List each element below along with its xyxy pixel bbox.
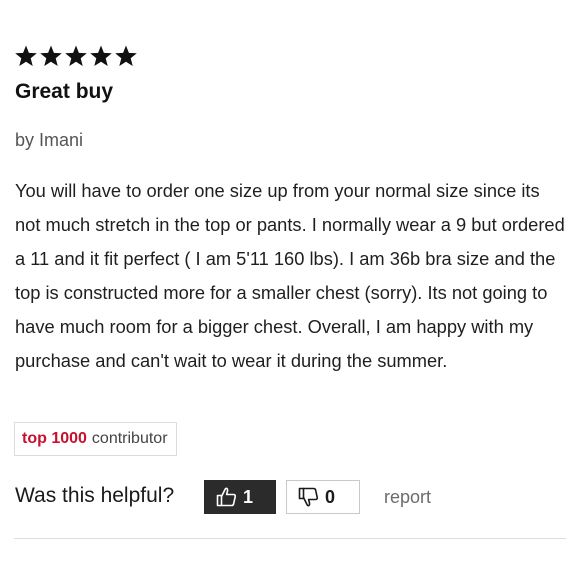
contributor-badge: top 1000 contributor [14, 422, 177, 456]
helpful-no-button[interactable]: 0 [286, 480, 360, 514]
divider [14, 538, 566, 539]
star-rating [14, 38, 138, 74]
badge-rank: top 1000 [22, 430, 87, 447]
helpful-row: Was this helpful? 1 0 report [14, 478, 566, 516]
star-icon [64, 44, 88, 68]
badge-label: contributor [91, 430, 168, 447]
review-author: by Imani [15, 130, 84, 150]
review-title: Great buy [15, 80, 114, 103]
star-icon [114, 44, 138, 68]
star-icon [89, 44, 113, 68]
review-body: You will have to order one size up from … [15, 180, 565, 371]
star-icon [39, 44, 63, 68]
thumbs-down-icon [297, 485, 325, 509]
report-link[interactable]: report [384, 487, 431, 508]
helpful-yes-button[interactable]: 1 [204, 480, 276, 514]
helpful-yes-count: 1 [243, 486, 254, 507]
helpful-question: Was this helpful? [15, 484, 175, 507]
helpful-no-count: 0 [325, 486, 336, 507]
thumbs-up-icon [215, 485, 243, 509]
star-icon [14, 44, 38, 68]
